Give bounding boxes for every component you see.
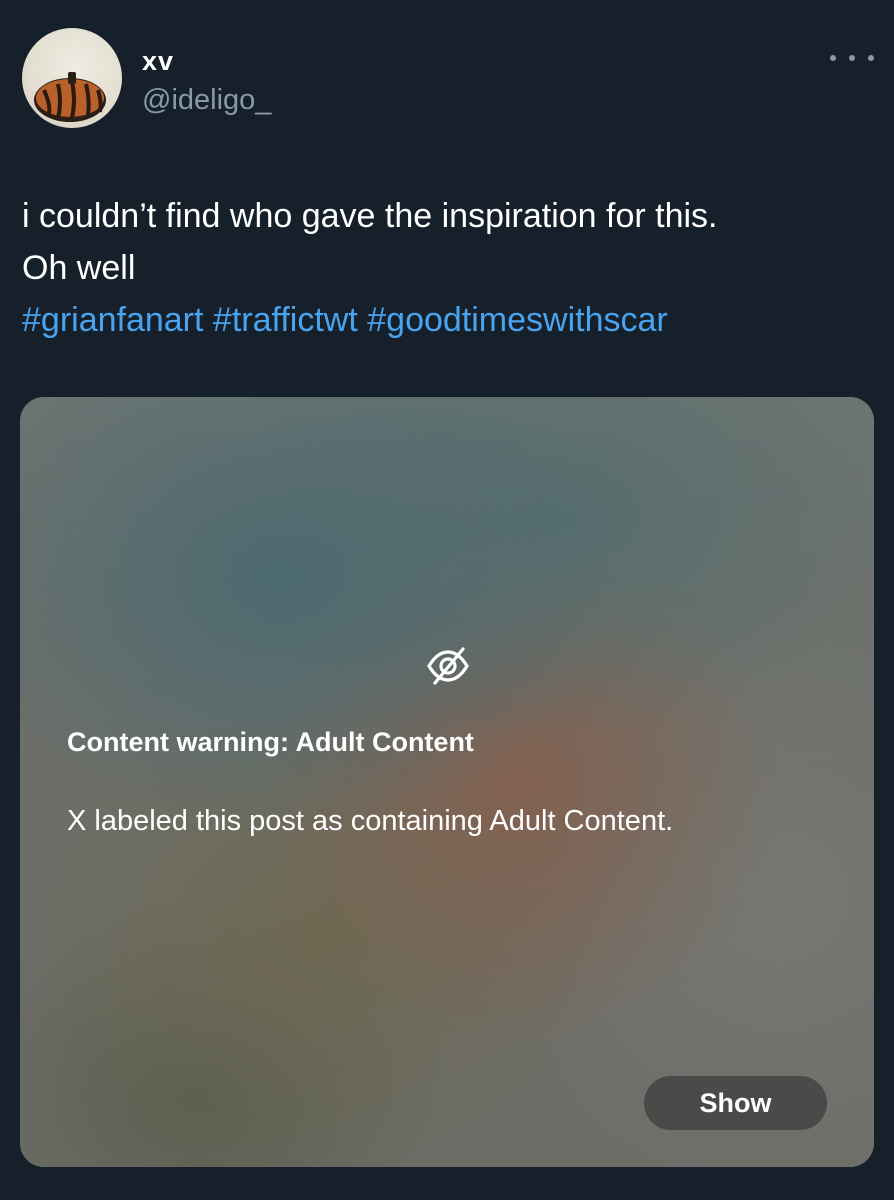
avatar[interactable] (22, 28, 122, 128)
hashtag-list: #grianfanart #traffictwt #goodtimeswiths… (22, 294, 872, 346)
post-text-line: i couldn’t find who gave the inspiration… (22, 197, 718, 235)
hashtag-link[interactable]: #goodtimeswithscar (367, 301, 667, 339)
more-options-button[interactable] (830, 46, 874, 70)
sensitive-media-card: Content warning: Adult Content X labeled… (20, 397, 874, 1167)
eye-slash-icon (427, 647, 469, 685)
show-media-button[interactable]: Show (644, 1076, 827, 1130)
post-text: i couldn’t find who gave the inspiration… (22, 190, 872, 346)
author-display-name[interactable]: xv (142, 46, 174, 77)
hashtag-link[interactable]: #grianfanart (22, 301, 203, 339)
content-warning-title: Content warning: Adult Content (67, 727, 474, 757)
more-horizontal-icon (849, 55, 855, 61)
pumpkin-avatar-image (34, 72, 106, 122)
post-text-line: Oh well (22, 249, 136, 287)
more-horizontal-icon (868, 55, 874, 61)
author-handle[interactable]: @ideligo_ (142, 84, 271, 117)
hashtag-link[interactable]: #traffictwt (213, 301, 358, 339)
blurred-media (20, 397, 874, 1167)
more-horizontal-icon (830, 55, 836, 61)
content-warning-description: X labeled this post as containing Adult … (67, 805, 674, 837)
post: xv @ideligo_ i couldn’t find who gave th… (0, 0, 894, 1200)
